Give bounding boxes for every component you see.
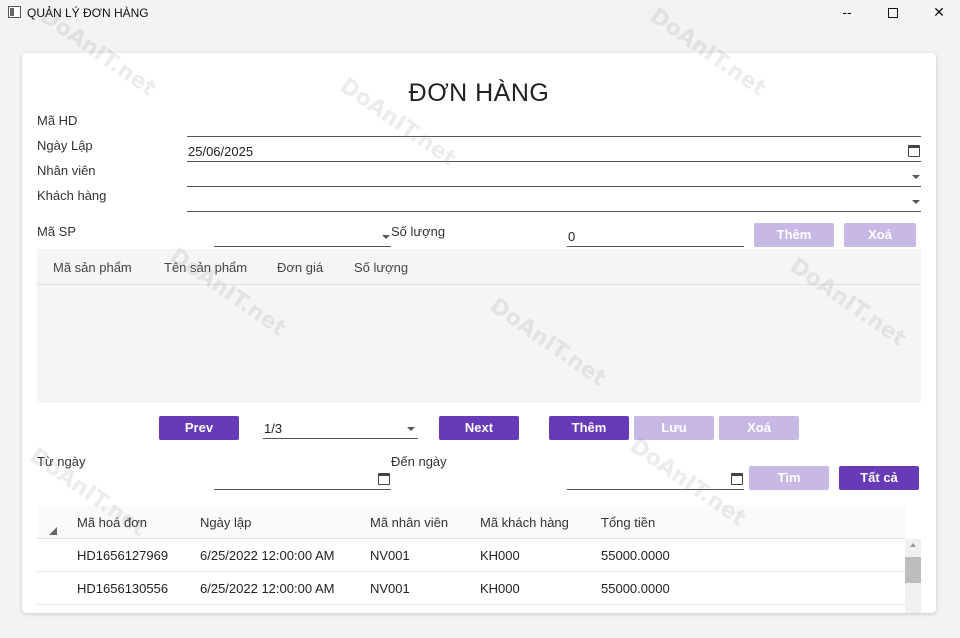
select-all-corner-icon[interactable] xyxy=(49,527,57,535)
scroll-up-icon[interactable] xyxy=(910,543,916,547)
app-icon xyxy=(8,6,21,18)
delete-item-button[interactable]: Xoá xyxy=(844,223,916,247)
detail-col-ma-sp[interactable]: Mã sản phẩm xyxy=(53,260,132,275)
orders-col-ngay-lap[interactable]: Ngày lập xyxy=(200,515,251,530)
khach-hang-label: Khách hàng xyxy=(37,188,107,203)
detail-col-ten-sp[interactable]: Tên sản phẩm xyxy=(164,260,247,275)
orders-grid[interactable]: Mã hoá đơn Ngày lập Mã nhân viên Mã khác… xyxy=(37,505,921,613)
close-icon: ✕ xyxy=(933,4,945,20)
row-ma-kh: KH000 xyxy=(480,581,520,596)
ngay-lap-datepicker[interactable]: 25/06/2025 xyxy=(187,142,921,162)
orders-grid-scrollbar[interactable] xyxy=(905,539,921,613)
page-value: 1/3 xyxy=(264,421,283,436)
delete-order-button[interactable]: Xoá xyxy=(719,416,799,440)
orders-col-ma-kh[interactable]: Mã khách hàng xyxy=(480,515,569,530)
chevron-down-icon xyxy=(382,235,390,239)
from-date-label: Từ ngày xyxy=(37,454,86,469)
detail-grid[interactable]: Mã sản phẩm Tên sản phẩm Đơn giá Số lượn… xyxy=(37,249,921,403)
row-ma-nv: NV001 xyxy=(370,548,410,563)
maximize-icon xyxy=(888,8,898,19)
row-ngay-lap: 6/25/2022 12:00:00 AM xyxy=(200,548,335,563)
prev-button[interactable]: Prev xyxy=(159,416,239,440)
row-ma-nv: NV001 xyxy=(370,581,410,596)
orders-col-tong-tien[interactable]: Tổng tiền xyxy=(601,515,655,530)
nhan-vien-select[interactable] xyxy=(187,167,921,187)
orders-col-ma-hd[interactable]: Mã hoá đơn xyxy=(77,515,147,530)
row-tong-tien: 55000.0000 xyxy=(601,548,670,563)
row-ma-kh: KH000 xyxy=(480,548,520,563)
title-bar: QUẢN LÝ ĐƠN HÀNG -- ✕ xyxy=(0,0,960,26)
row-tong-tien: 55000.0000 xyxy=(601,581,670,596)
calendar-icon[interactable] xyxy=(908,145,920,157)
detail-grid-header-divider xyxy=(37,284,921,285)
maximize-button[interactable] xyxy=(870,0,916,26)
calendar-icon[interactable] xyxy=(731,473,743,485)
ngay-lap-label: Ngày Lập xyxy=(37,138,93,153)
to-date-label: Đến ngày xyxy=(391,454,447,469)
save-order-button[interactable]: Lưu xyxy=(634,416,714,440)
nhan-vien-label: Nhân viên xyxy=(37,163,96,178)
add-order-button[interactable]: Thêm xyxy=(549,416,629,440)
chevron-down-icon xyxy=(407,427,415,431)
ngay-lap-value: 25/06/2025 xyxy=(188,144,254,159)
orders-col-ma-nv[interactable]: Mã nhân viên xyxy=(370,515,448,530)
minimize-button[interactable]: -- xyxy=(824,0,870,26)
calendar-icon[interactable] xyxy=(378,473,390,485)
from-date-picker[interactable] xyxy=(214,470,391,490)
khach-hang-select[interactable] xyxy=(187,192,921,212)
show-all-button[interactable]: Tất cả xyxy=(839,466,919,490)
window-title: QUẢN LÝ ĐƠN HÀNG xyxy=(27,6,149,20)
detail-col-so-luong[interactable]: Số lượng xyxy=(354,260,408,275)
page-title: ĐƠN HÀNG xyxy=(408,79,550,107)
scrollbar-thumb[interactable] xyxy=(905,557,921,583)
close-button[interactable]: ✕ xyxy=(916,0,960,26)
ma-sp-select[interactable] xyxy=(214,227,391,247)
search-button[interactable]: Tìm xyxy=(749,466,829,490)
order-form-card: ĐƠN HÀNG Mã HD Ngày Lập 25/06/2025 Nhân … xyxy=(22,53,936,613)
next-button[interactable]: Next xyxy=(439,416,519,440)
page-select[interactable]: 1/3 xyxy=(263,419,418,439)
to-date-picker[interactable] xyxy=(567,470,744,490)
add-item-button[interactable]: Thêm xyxy=(754,223,834,247)
chevron-down-icon xyxy=(912,200,920,204)
chevron-down-icon xyxy=(912,175,920,179)
so-luong-input[interactable]: 0 xyxy=(567,227,744,247)
row-ma-hd: HD1656127969 xyxy=(77,548,169,563)
row-ma-hd: HD1656130556 xyxy=(77,581,169,596)
ma-hd-input[interactable] xyxy=(187,117,921,137)
so-luong-label: Số lượng xyxy=(391,224,446,239)
orders-grid-header xyxy=(37,505,905,539)
table-row[interactable]: HD1656127969 6/25/2022 12:00:00 AM NV001… xyxy=(37,539,905,572)
ma-hd-label: Mã HD xyxy=(37,113,78,128)
detail-col-don-gia[interactable]: Đơn giá xyxy=(277,260,323,275)
row-ngay-lap: 6/25/2022 12:00:00 AM xyxy=(200,581,335,596)
so-luong-value: 0 xyxy=(568,229,576,244)
table-row[interactable]: HD1656130556 6/25/2022 12:00:00 AM NV001… xyxy=(37,572,905,605)
ma-sp-label: Mã SP xyxy=(37,224,77,239)
